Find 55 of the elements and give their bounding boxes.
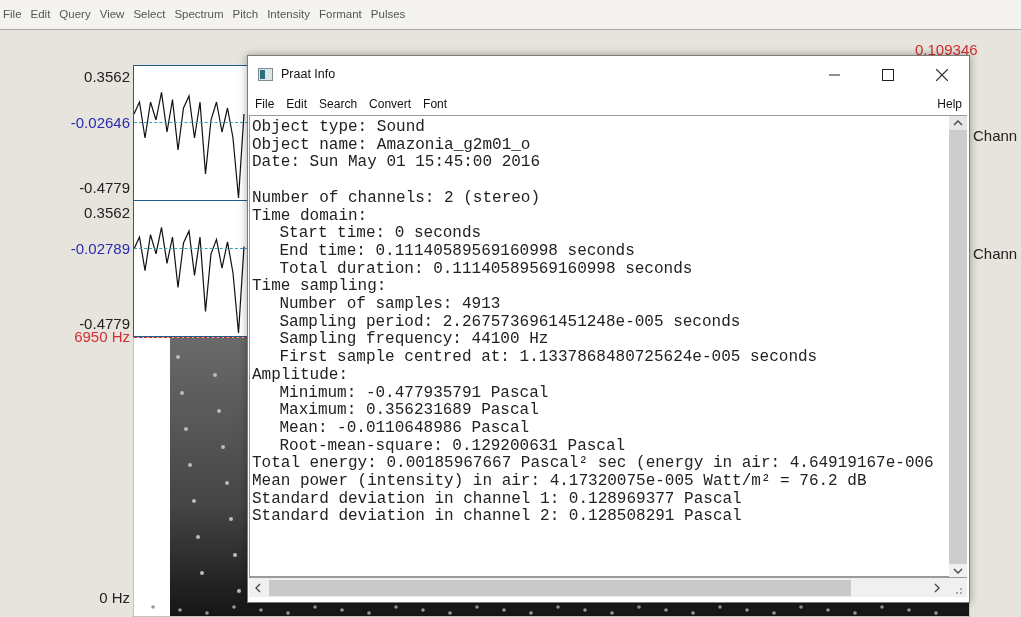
- menu-item[interactable]: Help: [937, 94, 962, 113]
- axis-label: 0.3562: [84, 205, 130, 221]
- menu-item[interactable]: File: [255, 94, 275, 113]
- text-line: Total duration: 0.11140589569160998 seconds: [278, 260, 693, 278]
- menu-item[interactable]: Search: [319, 94, 358, 113]
- axis-label: -0.02646: [70, 115, 130, 131]
- text-line: Date: Sun May 01 15:45:00 2016: [252, 154, 541, 173]
- menu-item[interactable]: Edit: [286, 94, 308, 113]
- window-title: Praat Info: [281, 66, 336, 84]
- text-line: Minimum: -0.477935791 Pascal: [278, 384, 549, 402]
- menu-item[interactable]: Font: [423, 94, 448, 113]
- text-line: Maximum: 0.356231689 Pascal: [278, 402, 539, 420]
- text-line: Amplitude:: [252, 366, 348, 385]
- axis-label: -0.4779: [79, 316, 130, 332]
- close-icon: [936, 68, 948, 81]
- menu-item[interactable]: Pulses: [370, 5, 406, 24]
- menu-item[interactable]: Edit: [30, 5, 51, 24]
- text-line: First sample centred at: 1.1337868480725624e-005 seconds: [278, 349, 818, 367]
- text-line: Mean: -0.0110648986 Pascal: [278, 419, 530, 438]
- menu-item[interactable]: Query: [59, 5, 91, 24]
- text-line: Sampling period: 2.2675736961451248e-005 seconds: [278, 313, 741, 331]
- text-line: Object type: Sound: [252, 119, 425, 137]
- text-line: Sampling frequency: 44100 Hz: [278, 331, 549, 349]
- channel-label: Chann: [973, 126, 1018, 146]
- text-line: Time domain:: [252, 207, 368, 225]
- axis-label: 6950 Hz: [74, 329, 130, 345]
- menu-item[interactable]: Select: [133, 5, 166, 24]
- text-line: Start time: 0 seconds: [278, 225, 482, 243]
- axis-label: 0 Hz: [99, 590, 130, 606]
- menu-item[interactable]: Spectrum: [174, 5, 224, 24]
- vertical-scrollbar[interactable]: [949, 115, 967, 577]
- menu-item[interactable]: File: [3, 5, 22, 24]
- text-line: Mean power (intensity) in air: 4.17320075e-005 Watt/m² = 76.2 dB: [252, 473, 867, 491]
- text-line: Number of samples: 4913: [278, 296, 501, 314]
- text-line: End time: 0.11140589569160998 seconds: [278, 242, 635, 261]
- axis-label: 0.3562: [84, 69, 130, 85]
- menu-item[interactable]: Formant: [319, 5, 362, 24]
- axis-label: -0.02789: [70, 241, 130, 257]
- menu-item[interactable]: View: [99, 5, 125, 24]
- menu-item[interactable]: Convert: [369, 94, 412, 113]
- text-line: Object name: Amazonia_g2m01_o: [252, 136, 531, 155]
- axis-label: -0.4779: [79, 180, 130, 196]
- menu-item[interactable]: Pitch: [232, 5, 259, 24]
- horizontal-scrollbar[interactable]: [249, 577, 967, 597]
- window-icon: [258, 68, 273, 81]
- menu-item[interactable]: Intensity: [267, 5, 310, 24]
- channel-label: Chann: [973, 244, 1018, 264]
- text-line: Standard deviation in channel 2: 0.128508291 Pascal: [252, 508, 742, 527]
- text-line: Number of channels: 2 (stereo): [252, 189, 541, 208]
- time-label: 0.109346: [915, 40, 978, 60]
- text-line: Time sampling:: [252, 278, 387, 296]
- maximize-icon: [882, 68, 894, 81]
- text-line: Standard deviation in channel 1: 0.128969377 Pascal: [252, 490, 742, 508]
- text-line: Total energy: 0.00185967667 Pascal² sec (energy in air: 4.64919167e-006: [252, 455, 934, 473]
- text-line: Root-mean-square: 0.129200631 Pascal: [278, 437, 626, 455]
